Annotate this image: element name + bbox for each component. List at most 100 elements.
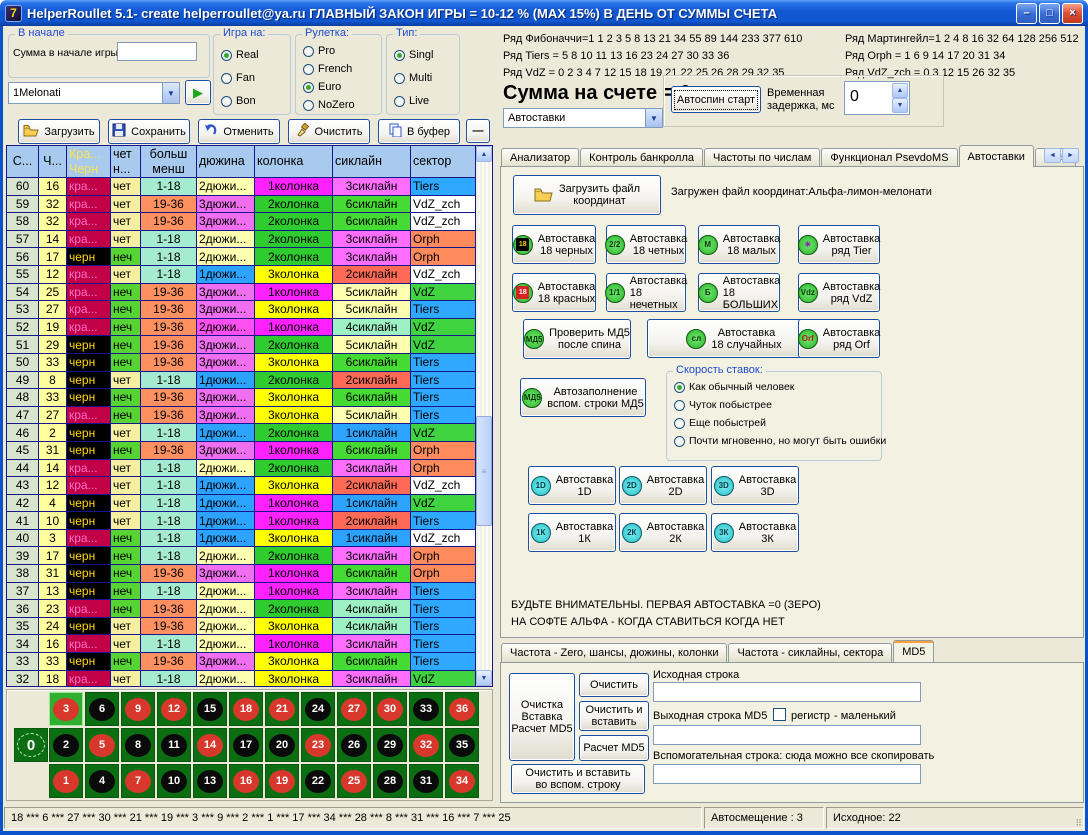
tab-анализатор[interactable]: Анализатор [501,148,579,167]
column-header[interactable]: С... [7,146,39,178]
table-row[interactable]: 424чернчет1-181дюжи...1колонка1сиклайнVd… [7,495,476,513]
autobet-button-ряд-tier[interactable]: ✳Автоставкаряд Tier [798,225,880,264]
radio-option-fan[interactable]: Fan [221,72,255,84]
roulette-cell-36[interactable]: 36 [445,692,479,726]
table-row[interactable]: 5219кра...неч19-362дюжи...1колонка4сикла… [7,319,476,337]
maximize-button-icon[interactable]: □ [1039,3,1060,24]
column-header[interactable]: четн... [111,146,141,178]
tab-автоставки[interactable]: Автоставки [959,145,1034,167]
radio-option-bon[interactable]: Bon [221,95,256,107]
md5-aux-input[interactable] [653,764,921,784]
roulette-cell-24[interactable]: 24 [301,692,335,726]
resize-grip[interactable]: ⠿ [1075,818,1083,829]
roulette-cell-30[interactable]: 30 [373,692,407,726]
roulette-cell-26[interactable]: 26 [337,728,371,762]
toolbar-button-3[interactable]: Очистить [288,119,370,144]
tab-частота-сиклайны-сектора[interactable]: Частота - сиклайны, сектора [728,643,892,662]
roulette-cell-17[interactable]: 17 [229,728,263,762]
toolbar-button-4[interactable]: В буфер [378,119,460,144]
roulette-cell-0[interactable]: 0 [14,728,48,762]
roulette-cell-10[interactable]: 10 [157,764,191,798]
register-checkbox[interactable] [773,708,786,721]
table-row[interactable]: 3524чернчет19-362дюжи...3колонка4сиклайн… [7,618,476,636]
table-row[interactable]: 3218кра...чет1-182дюжи...3колонка3сиклай… [7,671,476,686]
md5-source-input[interactable] [653,682,921,702]
roulette-cell-34[interactable]: 34 [445,764,479,798]
roulette-cell-4[interactable]: 4 [85,764,119,798]
minimize-button-icon[interactable]: – [1016,3,1037,24]
autobet-button-ряд-vdz[interactable]: VdzАвтоставкаряд VdZ [798,273,880,312]
tab-частота-zero-шансы-дюжины-колонки[interactable]: Частота - Zero, шансы, дюжины, колонки [501,643,727,662]
table-row[interactable]: 4833черннеч19-363дюжи...3колонка6сиклайн… [7,389,476,407]
roulette-cell-11[interactable]: 11 [157,728,191,762]
table-row[interactable]: 4531черннеч19-363дюжи...1колонка6сиклайн… [7,442,476,460]
roulette-cell-22[interactable]: 22 [301,764,335,798]
autobet-button-после-спина[interactable]: МД5Проверить МД5после спина [523,319,631,359]
table-row[interactable]: 5714кра...чет1-182дюжи...2колонка3сиклай… [7,231,476,249]
tab-функционал-psevdoms[interactable]: Функционал PsevdoMS [821,148,957,167]
table-row[interactable]: 403кра...неч1-181дюжи...3колонка1сиклайн… [7,530,476,548]
toolbar-button-1[interactable]: Сохранить [108,119,190,144]
autobet-button-18-черных[interactable]: 18Автоставка18 черных [512,225,596,264]
table-row[interactable]: 5033черннеч19-363дюжи...3колонка6сиклайн… [7,354,476,372]
column-header[interactable]: сиклайн [333,146,411,178]
table-row[interactable]: 5832кра...чет19-363дюжи...2колонка6сикла… [7,213,476,231]
table-row[interactable]: 3623кра...неч19-362дюжи...2колонка4сикла… [7,600,476,618]
spin-down-icon[interactable]: ▼ [892,98,908,113]
roulette-cell-32[interactable]: 32 [409,728,443,762]
column-header[interactable]: сектор [411,146,476,178]
autobet-button-2к[interactable]: 2КАвтоставка2К [619,513,707,552]
collapse-button[interactable]: — [466,119,490,143]
chevron-down-icon[interactable]: ▼ [645,109,662,127]
roulette-cell-15[interactable]: 15 [193,692,227,726]
table-row[interactable]: 6016кра...чет1-182дюжи...1колонка3сиклай… [7,178,476,196]
roulette-cell-3[interactable]: 3 [49,692,83,726]
tab-контроль-банкролла[interactable]: Контроль банкролла [580,148,703,167]
table-row[interactable]: 5617черннеч1-182дюжи...2колонка3сиклайнO… [7,248,476,266]
autobet-button-18-случайных[interactable]: слАвтоставка18 случайных [647,319,821,358]
autobet-button-18-больших[interactable]: БАвтоставка18 БОЛЬШИХ [698,273,780,312]
radio-option-singl[interactable]: Singl [394,49,433,61]
start-sum-input[interactable] [117,42,197,61]
md5-clear-button[interactable]: Очистить [579,673,649,697]
table-row[interactable]: 3333черннеч19-363дюжи...3колонка6сиклайн… [7,653,476,671]
column-header[interactable]: большменш [141,146,197,178]
roulette-cell-19[interactable]: 19 [265,764,299,798]
roulette-cell-25[interactable]: 25 [337,764,371,798]
md5-paste-aux-button[interactable]: Очистить и вставитьво вспом. строку [511,764,645,794]
table-row[interactable]: 4727кра...неч19-363дюжи...3колонка5сикла… [7,407,476,425]
md5-out-input[interactable] [653,725,921,745]
autobet-button-18-нечетных[interactable]: 1/1Автоставка18 нечетных [606,273,686,312]
roulette-cell-35[interactable]: 35 [445,728,479,762]
autobet-button-18-четных[interactable]: 2/2Автоставка18 четных [606,225,686,264]
roulette-cell-1[interactable]: 1 [49,764,83,798]
roulette-cell-18[interactable]: 18 [229,692,263,726]
autobet-combobox[interactable]: Автоставки ▼ [503,108,663,128]
radio-option-еще-побыстрей[interactable]: Еще побыстрей [674,417,766,429]
roulette-cell-23[interactable]: 23 [301,728,335,762]
autobet-button-3к[interactable]: 3КАвтоставка3К [711,513,799,552]
column-header[interactable]: Кра...Черн [67,146,111,178]
roulette-cell-21[interactable]: 21 [265,692,299,726]
autobet-button-вспом-строки-мд5[interactable]: МД5Автозаполнениевспом. строки МД5 [520,378,646,417]
scroll-down-icon[interactable]: ▼ [476,670,492,686]
autobet-button-3d[interactable]: 3DАвтоставка3D [711,466,799,505]
radio-option-как-обычный-человек[interactable]: Как обычный человек [674,381,794,393]
table-row[interactable]: 462чернчет1-181дюжи...2колонка1сиклайнVd… [7,424,476,442]
table-row[interactable]: 3917черннеч1-182дюжи...2колонка3сиклайнO… [7,547,476,565]
radio-option-real[interactable]: Real [221,49,259,61]
radio-option-pro[interactable]: Pro [303,45,335,57]
tab-scroll-right-icon[interactable]: ► [1062,148,1079,163]
autobet-button-1d[interactable]: 1DАвтоставка1D [528,466,616,505]
roulette-cell-12[interactable]: 12 [157,692,191,726]
radio-option-live[interactable]: Live [394,95,429,107]
radio-option-french[interactable]: French [303,63,352,75]
tab-md5[interactable]: MD5 [893,640,934,662]
table-row[interactable]: 5932кра...чет19-363дюжи...2колонка6сикла… [7,196,476,214]
roulette-cell-7[interactable]: 7 [121,764,155,798]
roulette-cell-9[interactable]: 9 [121,692,155,726]
toolbar-button-2[interactable]: Отменить [198,119,280,144]
autobet-button-18-красных[interactable]: 18Автоставка18 красных [512,273,596,312]
table-row[interactable]: 5512кра...чет1-181дюжи...3колонка2сиклай… [7,266,476,284]
table-row[interactable]: 3831черннеч19-363дюжи...1колонка6сиклайн… [7,565,476,583]
